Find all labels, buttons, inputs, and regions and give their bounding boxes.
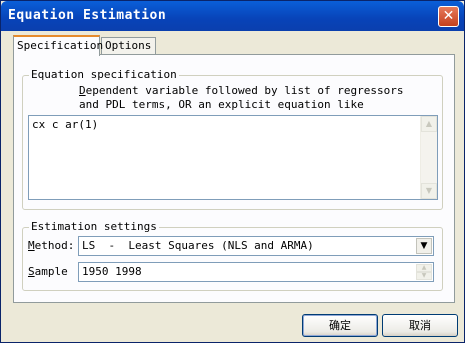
estimation-settings-group: Estimation settings Method: LS - Least S… bbox=[22, 220, 443, 291]
chevron-down-icon: ▼ bbox=[420, 241, 428, 251]
close-icon: ✕ bbox=[442, 8, 455, 24]
equation-spec-group: Equation specification Dependent variabl… bbox=[22, 68, 443, 210]
close-button[interactable]: ✕ bbox=[438, 6, 459, 27]
ok-button[interactable]: 确定 bbox=[302, 314, 378, 337]
method-dropdown-button[interactable]: ▼ bbox=[416, 238, 432, 254]
equation-text: cx c ar(1) bbox=[32, 118, 99, 131]
sample-spinner[interactable]: ▲ ▼ bbox=[416, 264, 432, 280]
window-title: Equation Estimation bbox=[8, 8, 167, 23]
sample-label-rest: ample bbox=[34, 265, 68, 278]
description-line1-rest: ependent variable followed by list of re… bbox=[85, 84, 404, 97]
mnemonic-d: D bbox=[79, 84, 86, 97]
method-label-rest: ethod: bbox=[34, 239, 75, 252]
equation-textarea[interactable]: cx c ar(1) ▲ ▼ bbox=[28, 115, 438, 200]
method-select[interactable]: LS - Least Squares (NLS and ARMA) ▼ bbox=[78, 236, 434, 256]
estimation-settings-legend: Estimation settings bbox=[29, 220, 159, 234]
equation-spec-legend: Equation specification bbox=[29, 68, 179, 82]
mnemonic-s: S bbox=[28, 265, 35, 278]
sample-value: 1950 1998 bbox=[82, 265, 142, 278]
spin-down-icon[interactable]: ▼ bbox=[416, 272, 432, 280]
mnemonic-m: M bbox=[28, 239, 35, 252]
method-label: Method: bbox=[28, 239, 74, 253]
tab-options[interactable]: Options bbox=[101, 37, 156, 55]
arrow-up-icon[interactable]: ▲ bbox=[421, 116, 437, 132]
sample-label: Sample bbox=[28, 265, 68, 279]
tab-specification[interactable]: Specification bbox=[13, 35, 103, 56]
sample-input[interactable]: 1950 1998 ▲ ▼ bbox=[78, 262, 434, 282]
spin-up-icon[interactable]: ▲ bbox=[416, 264, 432, 272]
cancel-button[interactable]: 取消 bbox=[382, 314, 458, 337]
dialog-window: Equation Estimation ✕ Specification Opti… bbox=[0, 0, 465, 343]
method-value: LS - Least Squares (NLS and ARMA) bbox=[82, 239, 314, 252]
equation-spec-description-line2: and PDL terms, OR an explicit equation l… bbox=[79, 98, 364, 111]
arrow-down-icon[interactable]: ▼ bbox=[421, 183, 437, 199]
equation-spec-description-line1: Dependent variable followed by list of r… bbox=[79, 84, 404, 98]
tab-panel: Equation specification Dependent variabl… bbox=[13, 54, 455, 303]
title-bar[interactable]: Equation Estimation ✕ bbox=[1, 1, 464, 31]
equation-scrollbar[interactable]: ▲ ▼ bbox=[420, 116, 437, 199]
